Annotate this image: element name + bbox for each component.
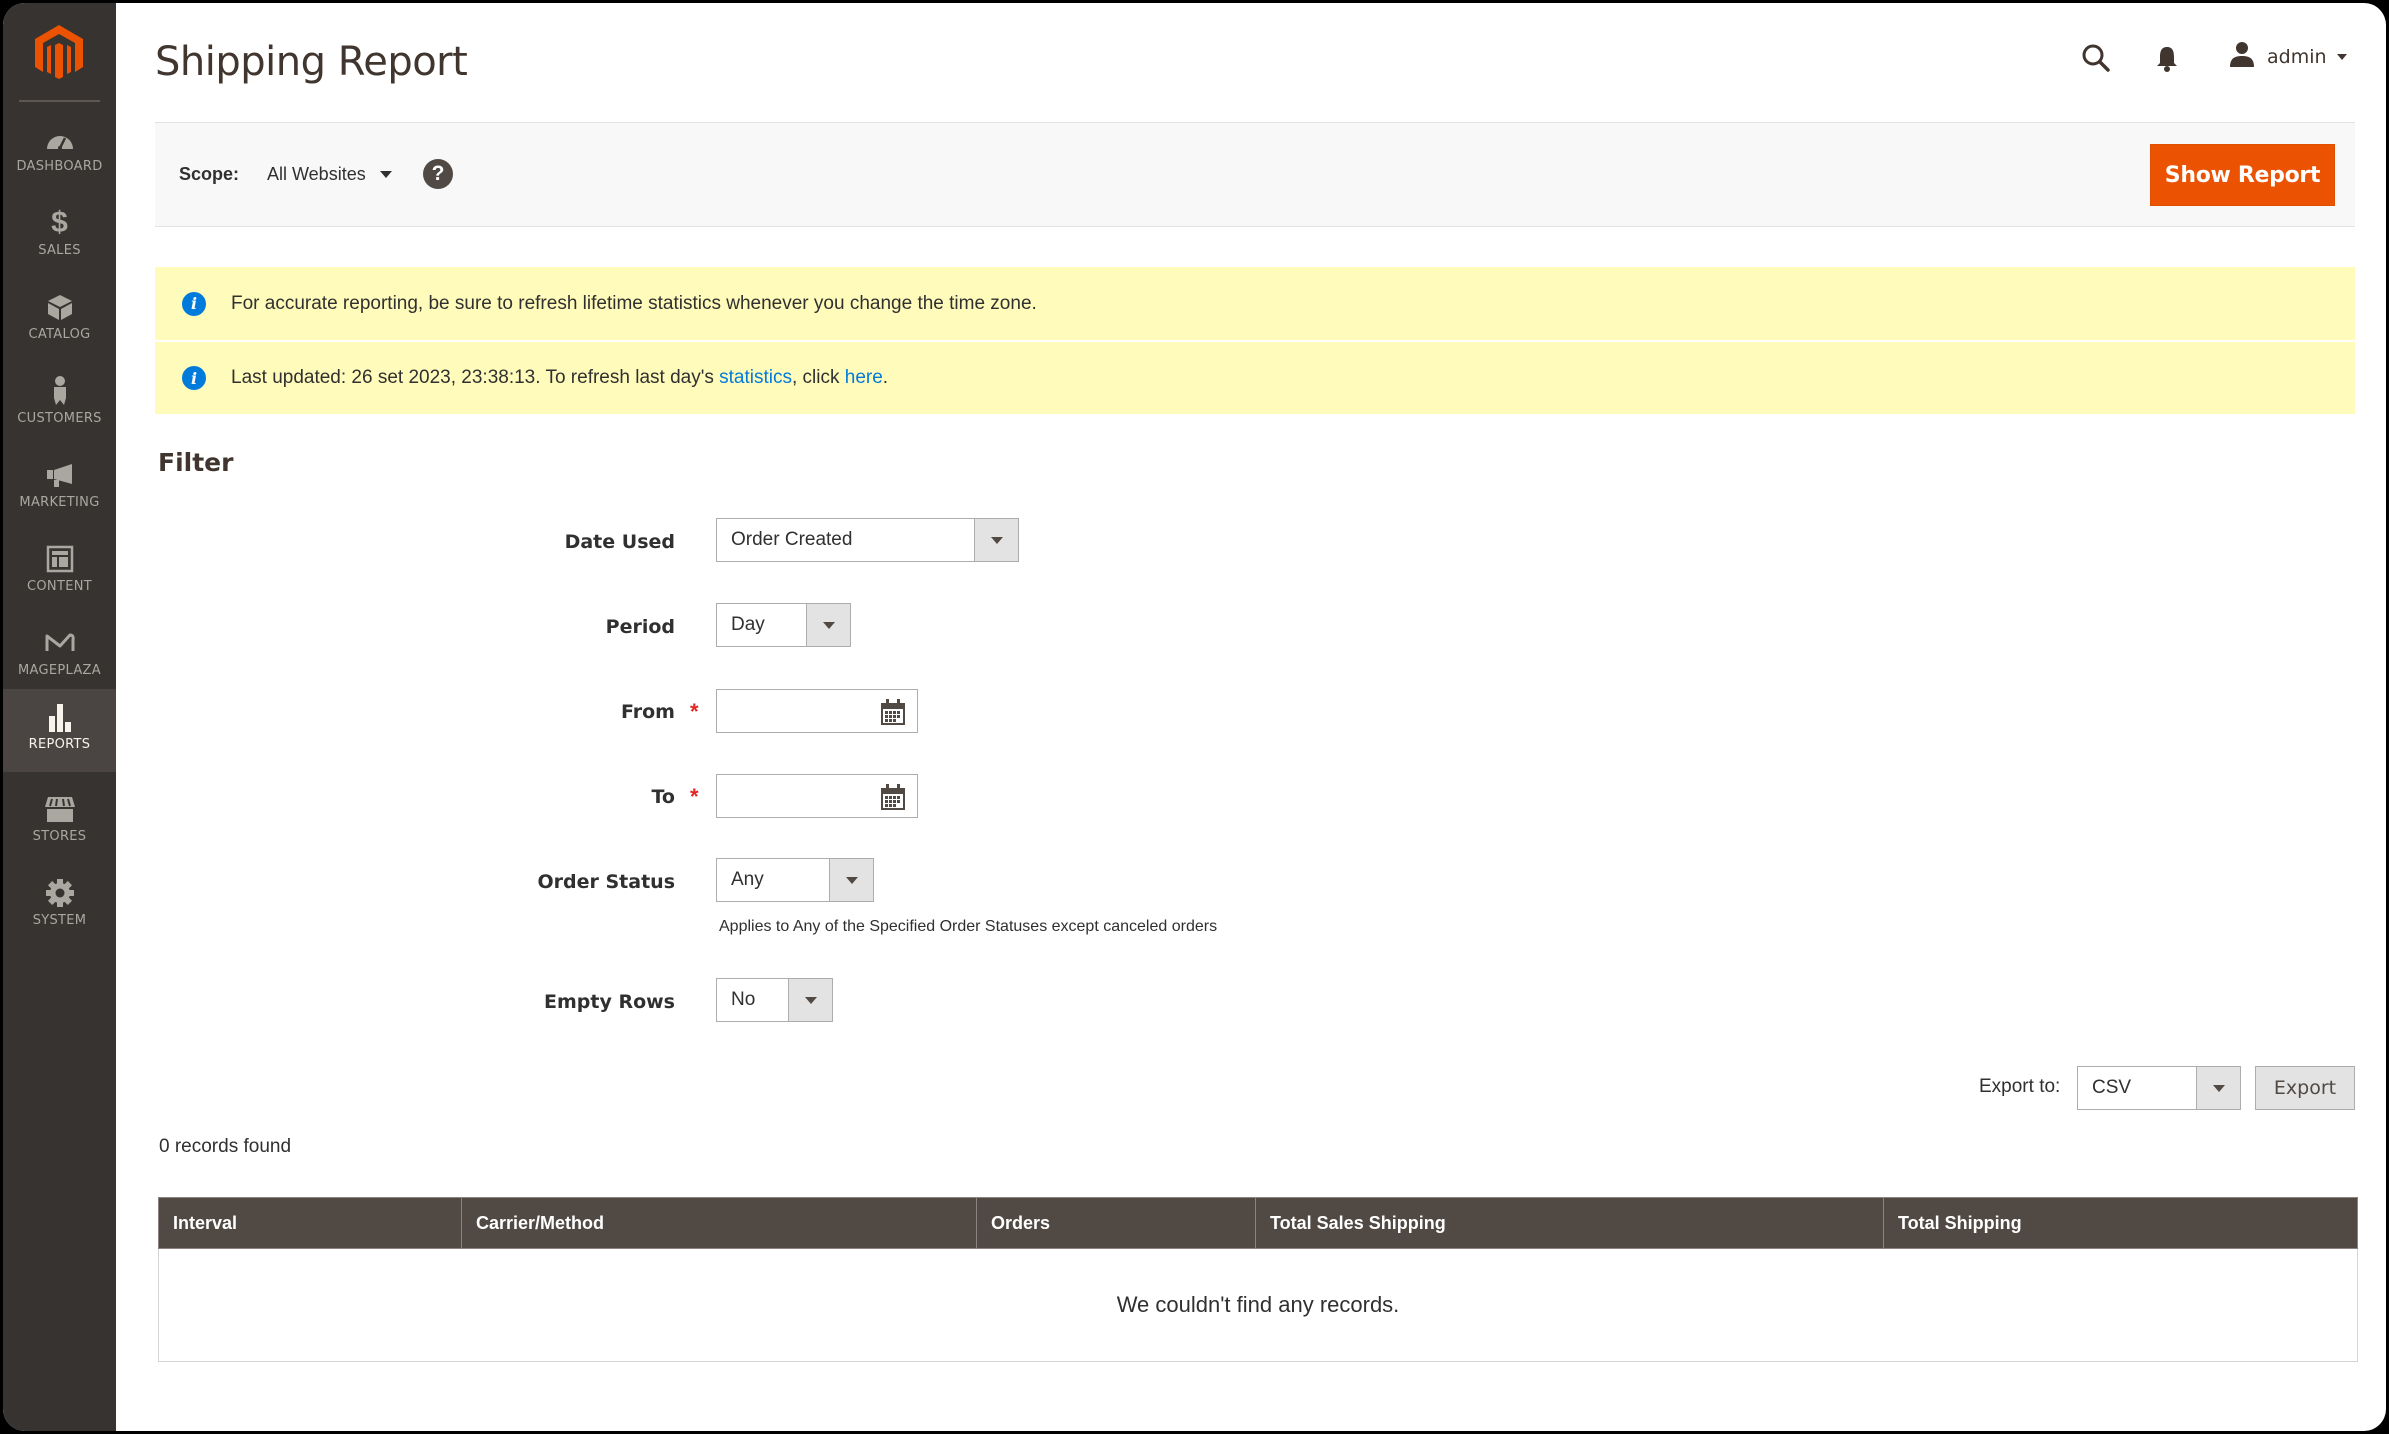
dropdown-toggle[interactable] xyxy=(788,979,832,1021)
megaphone-icon xyxy=(43,459,77,491)
layout-icon xyxy=(43,543,77,575)
bar-chart-icon xyxy=(43,701,77,733)
sidebar-item-catalog[interactable]: Catalog xyxy=(3,279,116,362)
user-icon xyxy=(2229,41,2255,72)
page-title: Shipping Report xyxy=(155,39,468,85)
sidebar-item-system[interactable]: System xyxy=(3,865,116,948)
sidebar-item-dashboard[interactable]: Dashboard xyxy=(3,111,116,194)
user-account-menu[interactable]: admin xyxy=(2229,41,2347,72)
notification-bell-icon[interactable] xyxy=(2155,45,2179,78)
column-header-carrier-method[interactable]: Carrier/Method xyxy=(461,1198,976,1248)
to-date-field[interactable] xyxy=(716,774,918,818)
to-label: To xyxy=(651,786,676,808)
calendar-icon[interactable] xyxy=(879,783,907,811)
dashboard-icon xyxy=(43,123,77,155)
filter-title: Filter xyxy=(158,448,234,477)
required-asterisk: * xyxy=(690,784,699,809)
column-header-orders[interactable]: Orders xyxy=(976,1198,1255,1248)
sidebar-item-customers[interactable]: Customers xyxy=(3,363,116,446)
show-report-button[interactable]: Show Report xyxy=(2150,144,2335,206)
empty-rows-label: Empty Rows xyxy=(543,991,675,1013)
storefront-icon xyxy=(43,793,77,825)
sidebar-item-sales[interactable]: $ Sales xyxy=(3,195,116,278)
period-label: Period xyxy=(605,616,675,638)
info-icon: i xyxy=(182,366,206,390)
export-format-value: CSV xyxy=(2092,1077,2132,1098)
scope-switcher[interactable]: All Websites xyxy=(267,164,392,185)
chevron-down-icon xyxy=(990,536,1003,544)
calendar-icon[interactable] xyxy=(879,698,907,726)
page-actions-bar: Scope: All Websites ? Show Report xyxy=(155,122,2355,227)
chevron-down-icon xyxy=(804,996,817,1004)
empty-rows-value: No xyxy=(731,989,756,1010)
to-date-input[interactable] xyxy=(717,775,867,817)
dropdown-toggle[interactable] xyxy=(829,859,873,901)
grid-empty-message: We couldn't find any records. xyxy=(158,1249,2358,1362)
user-name: admin xyxy=(2267,45,2327,68)
chevron-down-icon xyxy=(845,876,858,884)
gear-icon xyxy=(43,877,77,909)
dollar-icon: $ xyxy=(51,206,68,239)
grid-header: Interval Carrier/Method Orders Total Sal… xyxy=(158,1197,2358,1249)
report-grid: Interval Carrier/Method Orders Total Sal… xyxy=(158,1197,2358,1362)
logo-divider xyxy=(19,100,100,102)
app-window: Dashboard $ Sales Catalog Customers Mark… xyxy=(3,3,2386,1431)
refresh-here-link[interactable]: here xyxy=(845,367,883,388)
from-date-field[interactable] xyxy=(716,689,918,733)
dropdown-toggle[interactable] xyxy=(2196,1067,2240,1109)
info-icon: i xyxy=(182,291,206,316)
chevron-down-icon xyxy=(822,621,835,629)
notice-text-prefix: Last updated: 26 set 2023, 23:38:13. To … xyxy=(231,367,720,388)
from-date-input[interactable] xyxy=(717,690,867,732)
order-status-label: Order Status xyxy=(537,871,676,893)
scope-value: All Websites xyxy=(267,164,366,184)
sidebar-item-marketing[interactable]: Marketing xyxy=(3,447,116,530)
column-header-total-sales-shipping[interactable]: Total Sales Shipping xyxy=(1255,1198,1883,1248)
notice-text-mid: , click xyxy=(791,367,845,388)
order-status-note: Applies to Any of the Specified Order St… xyxy=(719,918,1218,935)
empty-rows-select[interactable]: No xyxy=(716,978,833,1022)
sidebar-item-stores[interactable]: Stores xyxy=(3,781,116,864)
dropdown-toggle[interactable] xyxy=(806,604,850,646)
period-select[interactable]: Day xyxy=(716,603,851,647)
column-header-interval[interactable]: Interval xyxy=(159,1198,461,1248)
export-format-select[interactable]: CSV xyxy=(2077,1066,2241,1110)
column-header-total-shipping[interactable]: Total Shipping xyxy=(1883,1198,2357,1248)
sidebar-item-content[interactable]: Content xyxy=(3,531,116,614)
sidebar-item-reports[interactable]: Reports xyxy=(3,689,116,772)
admin-sidebar: Dashboard $ Sales Catalog Customers Mark… xyxy=(3,3,116,1431)
notice-text: Last updated: 26 set 2023, 23:38:13. To … xyxy=(231,367,888,389)
from-label: From xyxy=(621,701,675,723)
date-used-label: Date Used xyxy=(564,531,675,553)
scope-label: Scope: xyxy=(179,164,240,184)
statistics-link[interactable]: statistics xyxy=(719,367,792,388)
required-asterisk: * xyxy=(690,699,699,724)
box-icon xyxy=(43,291,77,323)
notice-text: For accurate reporting, be sure to refre… xyxy=(231,292,1037,314)
notice-timezone: i For accurate reporting, be sure to ref… xyxy=(155,267,2355,340)
export-label: Export to: xyxy=(1979,1076,2061,1097)
help-icon[interactable]: ? xyxy=(423,159,453,189)
notice-last-updated: i Last updated: 26 set 2023, 23:38:13. T… xyxy=(155,341,2355,414)
period-value: Day xyxy=(731,614,765,635)
dropdown-toggle[interactable] xyxy=(974,519,1018,561)
person-icon xyxy=(43,375,77,407)
export-button[interactable]: Export xyxy=(2255,1066,2355,1110)
date-used-select[interactable]: Order Created xyxy=(716,518,1019,562)
chevron-down-icon xyxy=(2212,1084,2225,1092)
chevron-down-icon xyxy=(379,171,392,178)
order-status-value: Any xyxy=(731,869,764,890)
records-count: 0 records found xyxy=(159,1136,292,1157)
sidebar-item-mageplaza[interactable]: Mageplaza xyxy=(3,615,116,698)
chevron-down-icon xyxy=(2336,53,2347,60)
order-status-select[interactable]: Any xyxy=(716,858,874,902)
notice-text-suffix: . xyxy=(882,367,889,388)
mageplaza-icon xyxy=(43,627,77,659)
magento-logo-icon[interactable] xyxy=(31,23,87,79)
date-used-value: Order Created xyxy=(731,529,853,550)
search-icon[interactable] xyxy=(2081,43,2111,78)
